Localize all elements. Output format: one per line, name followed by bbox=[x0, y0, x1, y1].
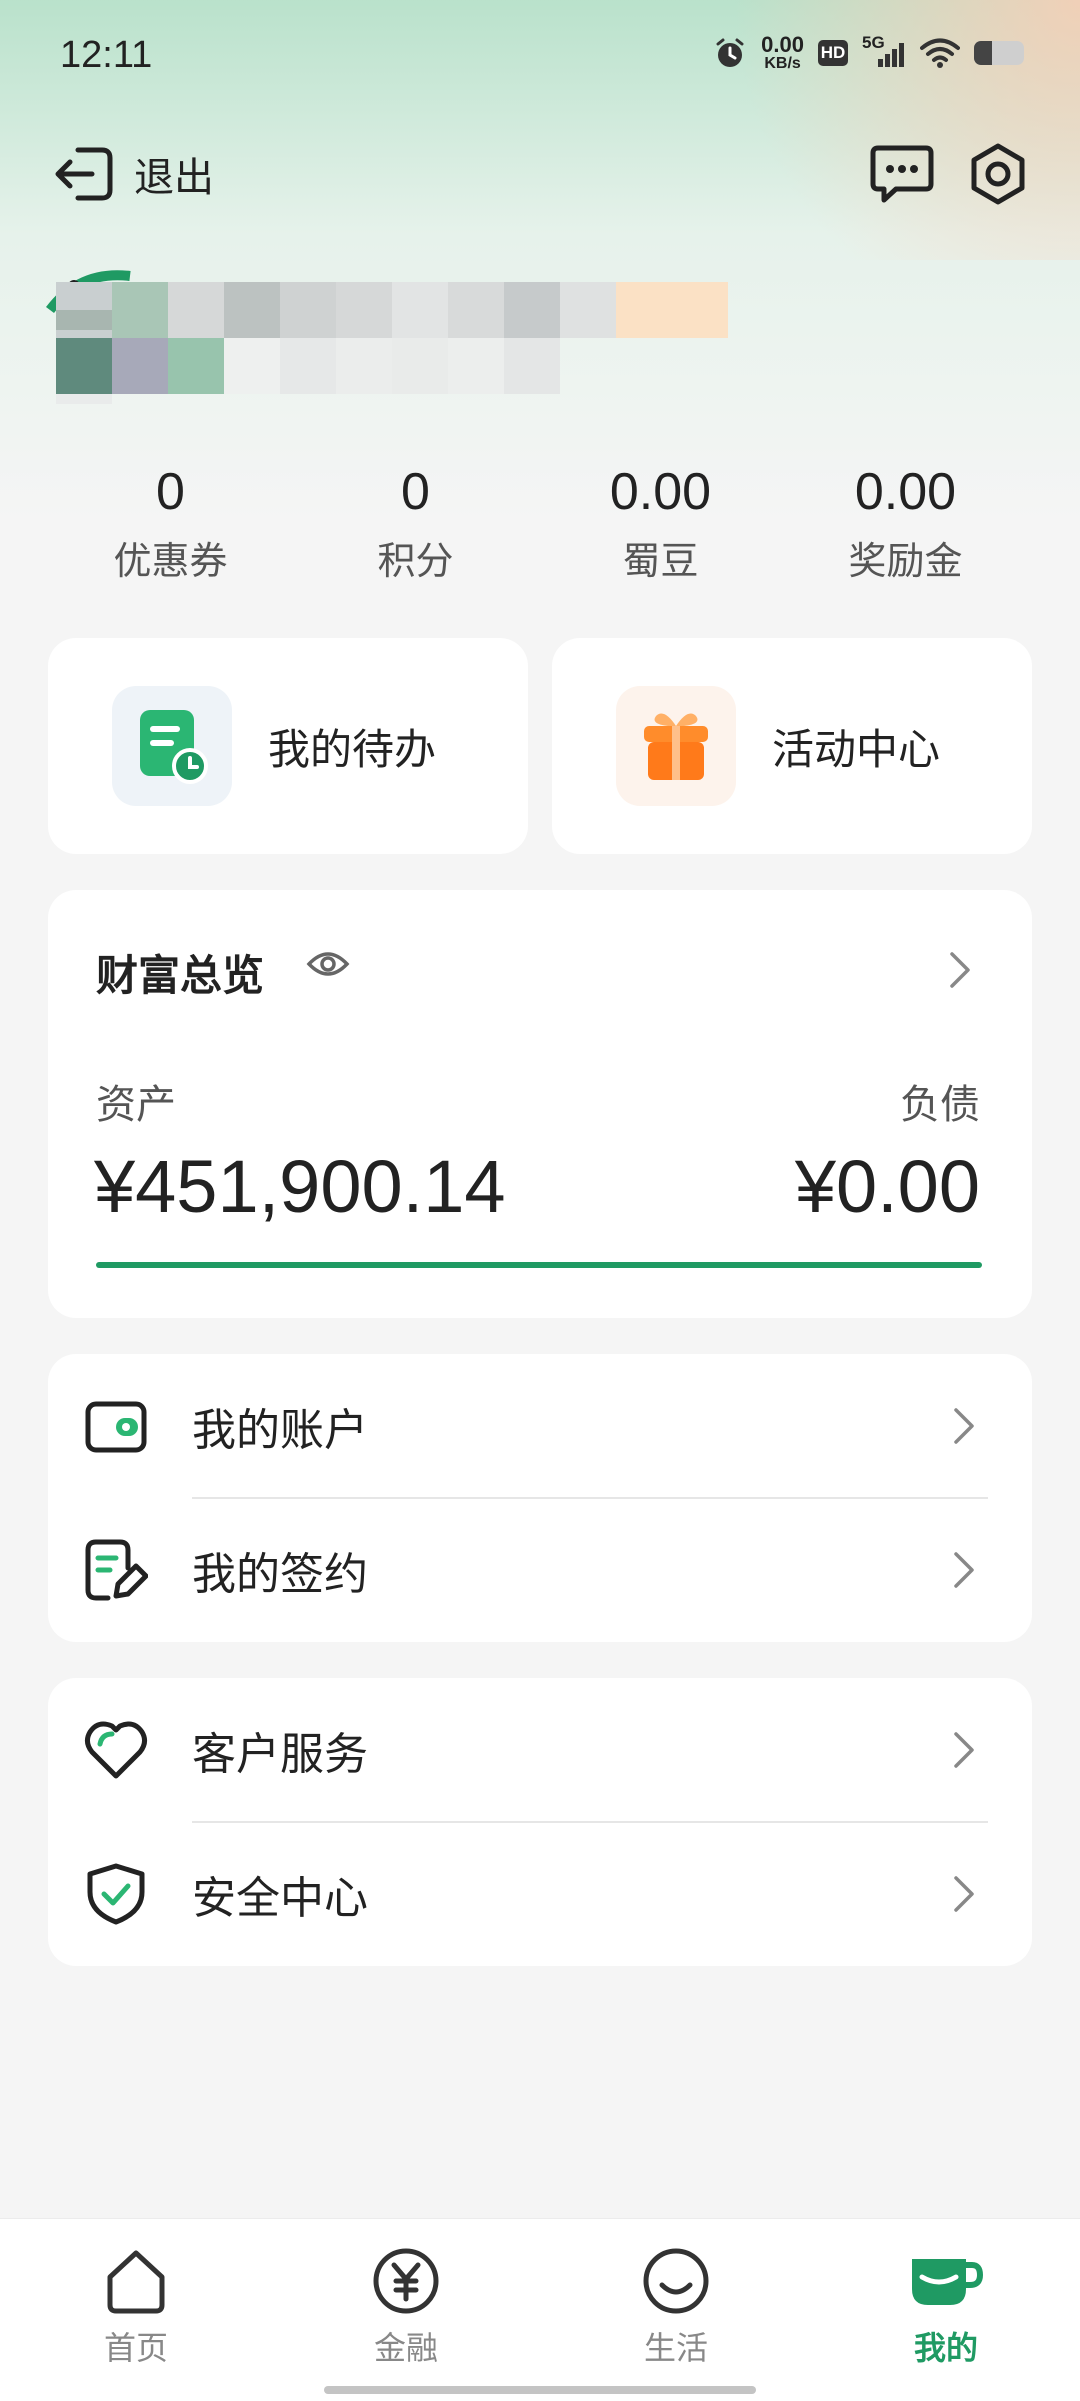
stat-label: 奖励金 bbox=[848, 539, 963, 583]
menu-item-label: 我的账户 bbox=[192, 1405, 368, 1456]
wifi-icon bbox=[920, 38, 960, 68]
nav-finance[interactable]: 金融 bbox=[336, 2247, 476, 2369]
stat-value: 0 bbox=[401, 463, 430, 521]
menu-item-my-account[interactable]: 我的账户 bbox=[48, 1354, 1032, 1498]
stats-row: 0 优惠券 0 积分 0.00 蜀豆 0.00 奖励金 bbox=[0, 462, 1080, 585]
wallet-icon bbox=[85, 1401, 147, 1453]
stat-reward[interactable]: 0.00 奖励金 bbox=[783, 462, 1028, 585]
status-bar: 12:11 0.00 KB/s HD 5G bbox=[0, 0, 1080, 120]
net-speed-value: 0.00 bbox=[761, 32, 804, 57]
nav-label: 首页 bbox=[103, 2329, 168, 2367]
settings-button[interactable] bbox=[966, 142, 1030, 206]
chevron-right-icon bbox=[954, 1876, 974, 1912]
activity-card[interactable]: 活动中心 bbox=[552, 638, 1032, 854]
exit-button[interactable]: 退出 bbox=[52, 140, 214, 208]
alarm-icon bbox=[716, 38, 744, 67]
nav-mine[interactable]: 我的 bbox=[876, 2247, 1016, 2369]
chevron-right-icon bbox=[954, 1552, 974, 1588]
hd-badge: HD bbox=[818, 40, 848, 66]
gift-icon bbox=[644, 713, 708, 780]
stat-value: 0.00 bbox=[854, 463, 957, 521]
wealth-title: 财富总览 bbox=[96, 951, 265, 1000]
nav-life[interactable]: 生活 bbox=[606, 2247, 746, 2369]
stat-label: 积分 bbox=[377, 539, 454, 583]
signal-indicator: 5G bbox=[862, 33, 906, 69]
chevron-right-icon bbox=[954, 1408, 974, 1444]
status-time: 12:11 bbox=[60, 34, 153, 76]
chevron-right-icon bbox=[950, 952, 970, 988]
message-icon bbox=[870, 145, 934, 203]
wealth-overview-card[interactable]: 财富总览 资产 负债 ¥451,900.14 ¥0.00 bbox=[48, 890, 1032, 1318]
menu-group-accounts: 我的账户 我的签约 bbox=[48, 1354, 1032, 1642]
assets-label: 资产 bbox=[96, 1082, 176, 1128]
signal-icon bbox=[878, 43, 904, 67]
gift-icon-box bbox=[616, 686, 736, 806]
status-icons: 0.00 KB/s HD 5G bbox=[713, 33, 1024, 72]
stat-coupons[interactable]: 0 优惠券 bbox=[48, 462, 293, 585]
nav-label: 我的 bbox=[913, 2329, 978, 2367]
bottom-nav: 首页 金融 生活 我的 bbox=[0, 2218, 1080, 2401]
net-speed-unit: KB/s bbox=[764, 55, 801, 72]
todo-card[interactable]: 我的待办 bbox=[48, 638, 528, 854]
yuan-icon bbox=[373, 2248, 439, 2314]
menu-item-customer-service[interactable]: 客户服务 bbox=[48, 1678, 1032, 1822]
menu-item-label: 我的签约 bbox=[192, 1549, 368, 1600]
heart-icon bbox=[84, 1721, 148, 1779]
todo-icon-box bbox=[112, 686, 232, 806]
battery-fill bbox=[974, 41, 992, 65]
menu-item-label: 安全中心 bbox=[192, 1873, 368, 1924]
menu-item-security-center[interactable]: 安全中心 bbox=[48, 1822, 1032, 1966]
exit-label: 退出 bbox=[134, 155, 214, 201]
stat-label: 优惠券 bbox=[113, 539, 228, 583]
stat-beans[interactable]: 0.00 蜀豆 bbox=[538, 462, 783, 585]
menu-item-label: 客户服务 bbox=[192, 1729, 368, 1780]
user-profile-redacted[interactable] bbox=[40, 270, 800, 410]
stat-value: 0 bbox=[156, 463, 185, 521]
nav-label: 生活 bbox=[643, 2329, 708, 2367]
cup-icon bbox=[912, 2259, 984, 2305]
nav-home[interactable]: 首页 bbox=[66, 2247, 206, 2369]
eye-icon[interactable] bbox=[306, 946, 350, 982]
menu-group-service: 客户服务 安全中心 bbox=[48, 1678, 1032, 1966]
settings-icon bbox=[971, 143, 1025, 205]
net-speed: 0.00 KB/s bbox=[761, 34, 804, 72]
todo-icon bbox=[140, 710, 208, 784]
stat-value: 0.00 bbox=[609, 463, 712, 521]
todo-label: 我的待办 bbox=[268, 724, 437, 774]
stat-points[interactable]: 0 积分 bbox=[293, 462, 538, 585]
nav-label: 金融 bbox=[373, 2329, 438, 2367]
exit-icon bbox=[55, 147, 113, 201]
home-indicator[interactable] bbox=[324, 2386, 756, 2394]
stat-label: 蜀豆 bbox=[622, 539, 699, 583]
message-button[interactable] bbox=[870, 144, 934, 204]
menu-item-my-contracts[interactable]: 我的签约 bbox=[48, 1498, 1032, 1642]
home-icon bbox=[107, 2250, 165, 2314]
activity-label: 活动中心 bbox=[772, 724, 941, 774]
smile-icon bbox=[643, 2248, 709, 2314]
debt-label: 负债 bbox=[900, 1082, 980, 1128]
contract-icon bbox=[85, 1539, 148, 1601]
shield-icon bbox=[87, 1863, 145, 1925]
assets-value: ¥451,900.14 bbox=[94, 1145, 506, 1228]
assets-ratio-bar bbox=[96, 1262, 982, 1268]
top-header: 退出 bbox=[0, 140, 1080, 230]
chevron-right-icon bbox=[954, 1732, 974, 1768]
battery-icon bbox=[974, 41, 1024, 65]
debt-value: ¥0.00 bbox=[794, 1145, 980, 1228]
